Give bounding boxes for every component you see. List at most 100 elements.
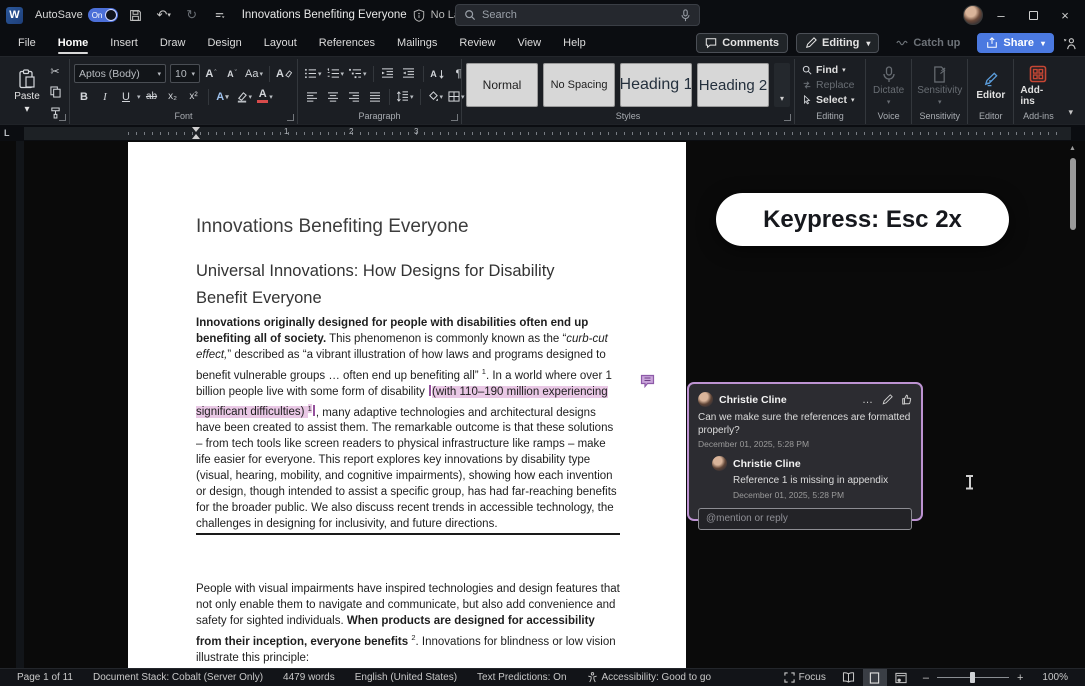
tab-home[interactable]: Home [48,32,99,55]
increase-indent-button[interactable] [399,64,419,84]
search-input[interactable] [482,9,674,21]
zoom-out-button[interactable]: – [923,672,929,684]
autosave-control[interactable]: AutoSave On [35,8,118,22]
grow-font-button[interactable]: Aˆ [201,64,221,84]
scrollbar-thumb[interactable] [1070,158,1076,230]
restore-button[interactable] [1019,3,1047,27]
find-button[interactable]: Find ▾ [799,63,858,78]
superscript-button[interactable]: x² [184,87,204,107]
search-mic-icon[interactable] [680,8,691,22]
autosave-toggle[interactable]: On [87,8,118,22]
document-heading[interactable]: Universal Innovations: How Designs for D… [196,258,596,312]
tab-insert[interactable]: Insert [100,32,148,55]
font-dialog-launcher[interactable] [287,114,294,121]
tab-design[interactable]: Design [197,32,251,55]
comment-reply[interactable]: Christie Cline Reference 1 is missing in… [712,456,912,500]
comment-anchor-icon[interactable] [640,374,655,388]
redo-button[interactable]: ↻ [182,5,202,25]
align-center-button[interactable] [323,87,343,107]
document-title-text[interactable]: Innovations Benefiting Everyone [196,216,469,238]
paste-button[interactable]: Paste ▾ [12,66,42,118]
focus-mode-button[interactable]: Focus [775,669,835,686]
catch-up-button[interactable]: Catch up [887,33,969,53]
italic-button[interactable]: I [95,87,115,107]
presenter-icon[interactable] [1062,36,1077,51]
sensitivity-button[interactable]: Sensitivity ▾ [916,64,963,106]
line-spacing-button[interactable]: ▾ [394,87,416,107]
comment-edit-button[interactable] [882,394,893,405]
comments-button[interactable]: Comments [696,33,789,53]
copy-button[interactable] [45,82,65,102]
paragraph-1[interactable]: Innovations originally designed for peop… [196,316,620,533]
font-name-combo[interactable]: Aptos (Body) ▾ [74,64,166,83]
close-button[interactable]: × [1051,3,1079,27]
text-effects-button[interactable]: A ▾ [213,87,233,107]
font-color-button[interactable]: A ▾ [255,87,275,107]
undo-button[interactable]: ↶ ▾ [154,5,174,25]
clear-formatting-button[interactable]: A [274,64,294,84]
bold-button[interactable]: B [74,87,94,107]
tab-file[interactable]: File [8,32,46,55]
indent-markers[interactable] [192,127,201,140]
zoom-slider[interactable] [936,672,1009,683]
tab-mailings[interactable]: Mailings [387,32,447,55]
user-avatar[interactable] [963,5,983,25]
style-heading-2[interactable]: Heading 2 [697,63,769,107]
comment-reply-input[interactable] [698,507,912,530]
horizontal-ruler[interactable]: 1 2 3 [24,127,1071,140]
subscript-button[interactable]: x₂ [163,87,183,107]
highlight-color-button[interactable]: ▾ [234,87,255,107]
clipboard-dialog-launcher[interactable] [59,114,66,121]
strikethrough-button[interactable]: ab [142,87,162,107]
comment-more-actions-button[interactable]: … [862,394,874,406]
print-layout-button[interactable] [862,669,887,686]
document-page[interactable]: Innovations Benefiting Everyone Universa… [128,142,686,668]
cut-button[interactable]: ✂ [45,61,65,81]
editor-button[interactable]: Editor [972,69,1009,101]
font-size-combo[interactable]: 10 ▾ [170,64,200,83]
word-count[interactable]: 4479 words [274,669,344,686]
shrink-font-button[interactable]: Aˇ [222,64,242,84]
paragraph-2[interactable]: People with visual impairments have insp… [196,582,620,667]
align-right-button[interactable] [344,87,364,107]
vertical-ruler[interactable] [16,141,24,668]
dictate-button[interactable]: Dictate ▾ [870,64,907,106]
save-button[interactable] [126,5,146,25]
collapse-ribbon-button[interactable]: ▾ [1062,59,1081,124]
read-mode-button[interactable] [837,669,861,686]
zoom-level[interactable]: 100% [1033,669,1077,686]
first-line-indent-marker[interactable] [192,127,200,132]
comment-like-button[interactable] [901,394,912,405]
search-bar[interactable] [455,4,700,26]
minimize-button[interactable]: – [987,3,1015,27]
tab-view[interactable]: View [507,32,551,55]
hanging-indent-marker[interactable] [192,134,200,139]
change-case-button[interactable]: Aa ▾ [243,64,265,84]
styles-gallery-more-button[interactable]: ▾ [774,63,790,107]
document-stack-indicator[interactable]: Document Stack: Cobalt (Server Only) [84,669,272,686]
tab-stop-selector[interactable]: L [4,128,10,138]
language-indicator[interactable]: English (United States) [346,669,466,686]
shading-button[interactable]: ▾ [425,87,446,107]
tab-help[interactable]: Help [553,32,596,55]
editing-mode-dropdown[interactable]: Editing ▾ [796,33,880,53]
tab-layout[interactable]: Layout [254,32,307,55]
quick-access-overflow-icon[interactable] [210,5,230,25]
sort-button[interactable]: A [428,64,448,84]
style-normal[interactable]: Normal [466,63,538,107]
select-button[interactable]: Select ▾ [799,93,858,108]
tab-draw[interactable]: Draw [150,32,196,55]
zoom-slider-thumb[interactable] [969,672,975,683]
web-layout-button[interactable] [889,669,913,686]
tab-review[interactable]: Review [449,32,505,55]
justify-button[interactable] [365,87,385,107]
replace-button[interactable]: Replace [799,78,858,93]
paragraph-dialog-launcher[interactable] [451,114,458,121]
accessibility-indicator[interactable]: Accessibility: Good to go [578,669,721,686]
share-button[interactable]: Share ▾ [977,33,1054,53]
text-predictions-indicator[interactable]: Text Predictions: On [468,669,575,686]
tab-references[interactable]: References [309,32,385,55]
underline-chevron-icon[interactable]: ▾ [137,93,141,101]
styles-dialog-launcher[interactable] [784,114,791,121]
underline-button[interactable]: U [116,87,136,107]
